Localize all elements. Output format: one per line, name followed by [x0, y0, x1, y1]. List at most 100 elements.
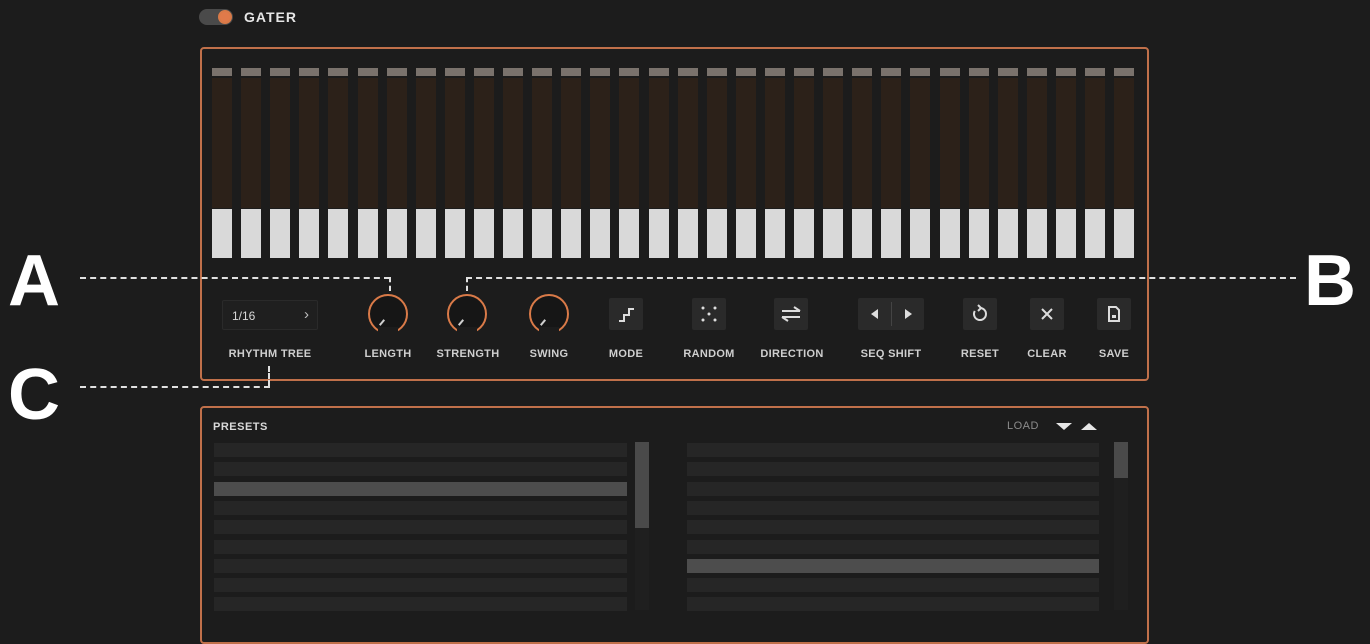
shift-left-icon[interactable] — [868, 307, 882, 321]
step-column[interactable] — [503, 68, 523, 258]
save-button[interactable] — [1097, 298, 1131, 330]
preset-list-item[interactable] — [687, 500, 1099, 515]
preset-list-item[interactable] — [687, 558, 1099, 573]
step-cap — [910, 68, 931, 76]
load-down-icon[interactable] — [1055, 420, 1073, 432]
step-column[interactable] — [823, 68, 844, 258]
load-up-icon[interactable] — [1080, 420, 1098, 432]
step-column[interactable] — [1085, 68, 1105, 258]
step-column[interactable] — [968, 68, 989, 258]
step-track — [241, 78, 262, 208]
step-level-fill — [328, 209, 349, 258]
strength-knob[interactable] — [447, 294, 487, 337]
step-column[interactable] — [299, 68, 320, 258]
clear-button[interactable] — [1030, 298, 1064, 330]
step-level-fill — [444, 209, 465, 258]
step-column[interactable] — [357, 68, 378, 258]
left-scroll-thumb[interactable] — [635, 442, 649, 528]
step-cap — [357, 68, 378, 76]
preset-list-item[interactable] — [687, 443, 1099, 457]
step-column[interactable] — [677, 68, 698, 258]
step-column[interactable] — [764, 68, 785, 258]
random-button[interactable] — [692, 298, 726, 330]
step-column[interactable] — [735, 68, 756, 258]
preset-list-item[interactable] — [214, 462, 627, 477]
preset-list-item[interactable] — [687, 597, 1099, 612]
step-column[interactable] — [241, 68, 262, 258]
step-column[interactable] — [997, 68, 1018, 258]
right-scrollbar[interactable] — [1114, 442, 1128, 610]
preset-list-item[interactable] — [687, 520, 1099, 535]
step-level-fill — [677, 209, 698, 258]
step-cap — [968, 68, 989, 76]
right-scroll-thumb[interactable] — [1114, 442, 1128, 478]
reset-button[interactable] — [963, 298, 997, 330]
step-track — [561, 78, 582, 208]
step-column[interactable] — [590, 68, 611, 258]
preset-list-item[interactable] — [214, 443, 627, 457]
step-column[interactable] — [270, 68, 291, 258]
step-column[interactable] — [939, 68, 960, 258]
step-track — [968, 78, 989, 208]
step-track — [503, 78, 523, 208]
step-cap — [823, 68, 844, 76]
step-column[interactable] — [212, 68, 232, 258]
step-column[interactable] — [561, 68, 582, 258]
rhythm-tree-label: RHYTHM TREE — [228, 348, 312, 360]
callout-b-tick — [466, 277, 468, 291]
step-track — [1055, 78, 1076, 208]
step-column[interactable] — [1026, 68, 1047, 258]
seq-shift-control — [858, 298, 924, 330]
step-column[interactable] — [910, 68, 931, 258]
step-sequencer — [212, 68, 1137, 258]
step-column[interactable] — [532, 68, 553, 258]
step-column[interactable] — [648, 68, 669, 258]
preset-list-item[interactable] — [687, 481, 1099, 496]
length-knob[interactable] — [368, 294, 408, 337]
preset-list-item[interactable] — [214, 520, 627, 535]
left-scrollbar[interactable] — [635, 442, 649, 610]
step-column[interactable] — [444, 68, 465, 258]
step-level-fill — [1085, 209, 1105, 258]
direction-button[interactable] — [774, 298, 808, 330]
preset-list-item[interactable] — [687, 578, 1099, 593]
step-column[interactable] — [473, 68, 494, 258]
preset-list-item[interactable] — [214, 597, 627, 612]
step-column[interactable] — [1114, 68, 1135, 258]
preset-list-item[interactable] — [214, 500, 627, 515]
step-column[interactable] — [794, 68, 814, 258]
step-track — [648, 78, 669, 208]
step-column[interactable] — [415, 68, 436, 258]
step-cap — [212, 68, 232, 76]
toggle-knob — [218, 10, 232, 24]
step-cap — [299, 68, 320, 76]
step-cap — [503, 68, 523, 76]
step-level-fill — [415, 209, 436, 258]
shift-right-icon[interactable] — [901, 307, 915, 321]
step-column[interactable] — [1055, 68, 1076, 258]
step-column[interactable] — [386, 68, 407, 258]
step-column[interactable] — [852, 68, 873, 258]
step-track — [997, 78, 1018, 208]
mode-button[interactable] — [609, 298, 643, 330]
preset-list-item[interactable] — [214, 539, 627, 554]
step-column[interactable] — [706, 68, 727, 258]
preset-list-item[interactable] — [687, 539, 1099, 554]
preset-list-item[interactable] — [214, 558, 627, 573]
step-level-fill — [212, 209, 232, 258]
preset-list-item[interactable] — [214, 578, 627, 593]
step-column[interactable] — [881, 68, 902, 258]
save-label: SAVE — [1098, 348, 1130, 360]
preset-list-item[interactable] — [687, 462, 1099, 477]
step-level-fill — [532, 209, 553, 258]
strength-label: STRENGTH — [436, 348, 500, 360]
swing-knob[interactable] — [529, 294, 569, 337]
power-toggle[interactable] — [199, 9, 233, 25]
preset-list-item[interactable] — [214, 481, 627, 496]
step-track — [1026, 78, 1047, 208]
step-column[interactable] — [619, 68, 640, 258]
step-column[interactable] — [328, 68, 349, 258]
rhythm-select[interactable]: 1/16 › — [222, 300, 318, 330]
step-cap — [881, 68, 902, 76]
step-cap — [997, 68, 1018, 76]
